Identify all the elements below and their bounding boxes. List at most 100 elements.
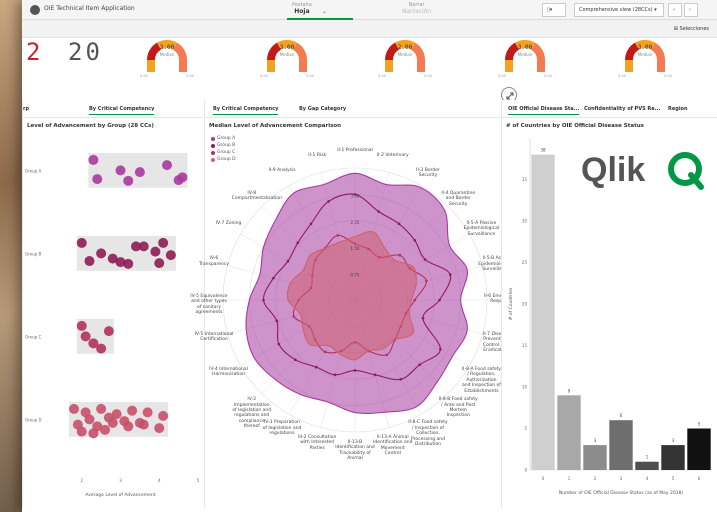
scatter-point xyxy=(88,154,99,165)
app-title: OIE Technical Item Application xyxy=(44,5,135,12)
scatter-point xyxy=(123,175,134,186)
y-tick-label: 20 xyxy=(522,302,528,307)
bar xyxy=(531,154,555,470)
x-axis-label: Average Level of Advancement xyxy=(85,492,155,498)
bar-data-label: 3 xyxy=(594,438,597,443)
x-tick-label: 3 xyxy=(119,478,122,483)
radar-point xyxy=(385,353,388,357)
radar-point xyxy=(425,279,428,283)
scatter-point xyxy=(92,174,103,185)
view-select[interactable]: Comprehensive view (28CCs) ▾ xyxy=(574,3,664,17)
gauge-label: Median xyxy=(517,52,533,57)
kpi-number: 20 xyxy=(68,38,103,66)
scatter-point xyxy=(154,423,165,434)
scatter-point xyxy=(154,258,165,269)
radar-axis-label: IV-4 International Harmonisation xyxy=(209,367,248,378)
bar-data-label: 5 xyxy=(698,422,701,427)
median-gauge: 3.00 Median 0.00 5.00 xyxy=(612,38,678,78)
nav-hoja[interactable]: Pestaña Hoja xyxy=(292,2,312,15)
scatter-point xyxy=(76,237,87,248)
radar-ring-label: 1.50 xyxy=(351,246,360,251)
y-tick-label: 5 xyxy=(524,426,527,431)
radar-axis-label: II-13-A Animal Identification and Moveme… xyxy=(373,435,413,457)
radar-point xyxy=(377,210,380,213)
radar-axis-label: IV-7 Zoning xyxy=(215,221,242,226)
gauge-max: 5.00 xyxy=(186,74,194,78)
scatter-point xyxy=(96,343,107,354)
qlik-logo: Qlik xyxy=(579,147,709,195)
group-axis-label: Group B xyxy=(25,251,41,256)
radar-point xyxy=(286,259,290,263)
bar-data-label: 9 xyxy=(568,388,571,393)
scatter-point xyxy=(115,165,126,176)
bar-data-label: 6 xyxy=(620,413,623,418)
radar-axis-label: II-9 Analysis xyxy=(268,167,296,173)
radar-point xyxy=(398,253,402,257)
chevron-down-icon[interactable]: ⌄ xyxy=(322,8,327,15)
group-axis-label: Group C xyxy=(25,334,41,339)
x-tick-label: 2 xyxy=(80,478,83,483)
radar-point xyxy=(314,365,318,369)
qlik-logo-text: Qlik xyxy=(581,151,645,189)
gauge-label: Median xyxy=(159,52,175,57)
radar-point xyxy=(277,342,281,346)
bookmark-icon: ▯▾ xyxy=(547,7,553,13)
scatter-point xyxy=(100,424,110,435)
left-panel: rp By Critical Competency Level of Advan… xyxy=(22,100,203,508)
scatter-point xyxy=(103,326,114,337)
tab-left-0[interactable]: rp xyxy=(23,106,29,112)
radar-axis-label: II-1 Professional xyxy=(337,148,373,153)
bar-data-label: 1 xyxy=(646,455,649,460)
tab-oie-official-disease-status[interactable]: OIE Official Disease Sta... xyxy=(508,106,580,115)
scatter-point xyxy=(69,403,79,414)
bar-data-label: 38 xyxy=(540,148,546,153)
middle-panel-tabs: By Critical Competency By Gap Category xyxy=(205,100,500,118)
left-chart-title: Level of Advancement by Group (28 CCs) xyxy=(27,123,154,129)
scatter-point xyxy=(123,258,134,269)
tab-region[interactable]: Region xyxy=(668,106,688,112)
x-tick-label: 6 xyxy=(698,476,701,481)
radar-axis-label: IV-8 Compartmentalisation xyxy=(231,190,283,202)
x-tick-label: 0 xyxy=(542,476,545,481)
tab-by-gap-category[interactable]: By Gap Category xyxy=(299,106,346,112)
tab-confidentiality[interactable]: Confidentiality of PVS Re... xyxy=(584,106,660,112)
radar-point xyxy=(373,373,377,377)
tab-by-critical-competency[interactable]: By Critical Competency xyxy=(89,106,155,115)
prev-sheet-button[interactable]: ‹ xyxy=(668,3,682,17)
bar xyxy=(635,461,659,470)
gauge-label: Median xyxy=(397,52,413,57)
radar-axis-label: II-8-B Food safety / Ante and Post Morte… xyxy=(438,397,478,419)
app-logo-icon xyxy=(30,5,40,15)
nav-narracion-value: Narración xyxy=(402,8,432,15)
x-axis-label: Number of OIE Official Disease Status (a… xyxy=(559,490,684,496)
scatter-point xyxy=(96,403,107,414)
radar-point xyxy=(399,377,403,381)
radar-ring-label: 3.00 xyxy=(351,193,360,198)
scatter-point xyxy=(84,414,95,425)
scatter-point xyxy=(76,320,87,331)
right-panel-tabs: OIE Official Disease Sta... Confidential… xyxy=(502,100,717,118)
radar-point xyxy=(438,298,441,302)
next-sheet-button[interactable]: › xyxy=(684,3,698,17)
radar-point xyxy=(353,369,357,372)
radar-point xyxy=(309,222,313,226)
scatter-point xyxy=(142,407,153,418)
radar-axis-label: IV-5 Equivalence and other types of sani… xyxy=(190,294,228,316)
selections-button[interactable]: ⊞ Selecciones xyxy=(674,26,709,32)
bookmark-button[interactable]: ▯▾ xyxy=(542,3,566,17)
gauge-min: 0.00 xyxy=(378,74,386,78)
radar-point xyxy=(327,200,330,203)
radar-point xyxy=(275,319,279,323)
tab-by-critical-competency-mid[interactable]: By Critical Competency xyxy=(213,106,279,115)
radar-axis-label: IV-2 Implementation of legislation and r… xyxy=(232,397,272,430)
nav-hoja-value: Hoja xyxy=(294,8,310,15)
middle-panel: By Critical Competency By Gap Category M… xyxy=(190,100,518,508)
x-tick-label: 3 xyxy=(620,476,623,481)
radar-point xyxy=(418,363,422,367)
bar-chart-title: # of Countries by OIE Official Disease S… xyxy=(506,123,644,129)
group-axis-label: Group D xyxy=(25,417,42,422)
nav-narracion[interactable]: Narrar Narración xyxy=(402,2,431,15)
radar-point xyxy=(448,273,452,276)
radar-axis-label: II-1 Risk xyxy=(308,152,327,158)
radar-point xyxy=(336,234,339,237)
